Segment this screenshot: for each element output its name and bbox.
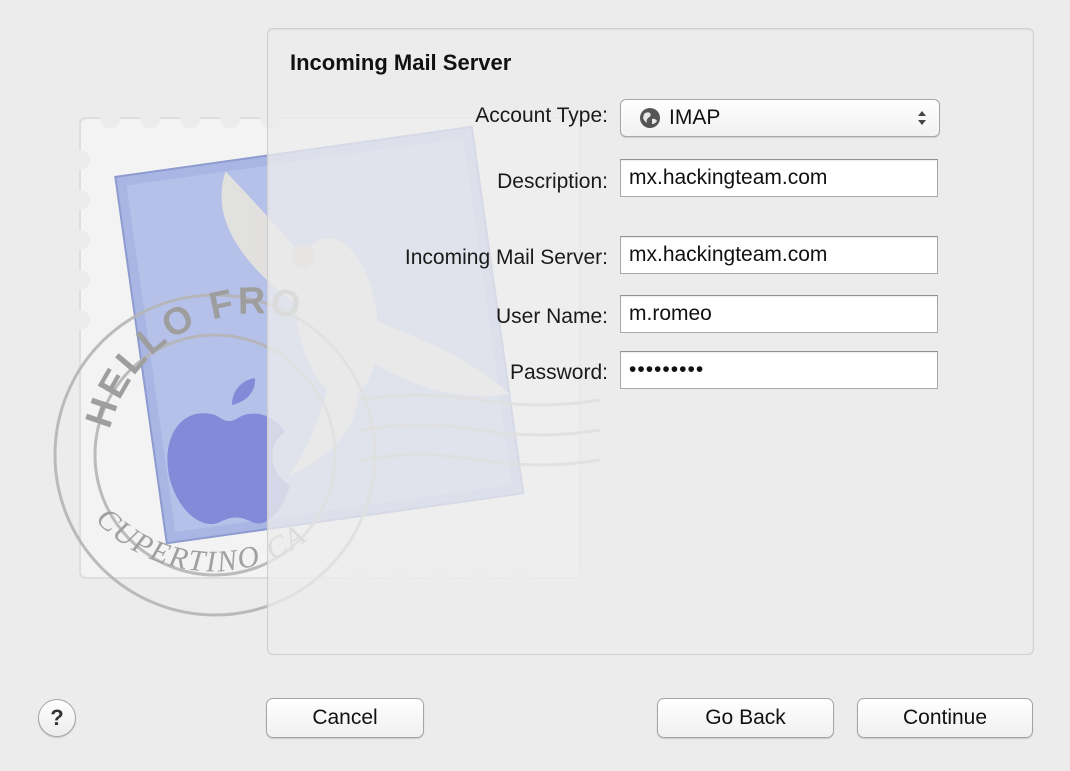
user-name-field[interactable] [620,295,938,333]
user-name-label: User Name: [495,305,608,328]
go-back-button[interactable]: Go Back [657,698,834,738]
incoming-mail-server-field[interactable] [620,236,938,274]
account-type-label: Account Type: [475,104,608,127]
continue-button[interactable]: Continue [857,698,1033,738]
account-type-select[interactable]: IMAP [620,99,940,137]
description-field[interactable] [620,159,938,197]
incoming-mail-server-label: Incoming Mail Server: [404,246,608,269]
account-type-value: IMAP [669,106,721,129]
password-field[interactable] [620,351,938,389]
description-label: Description: [497,170,608,193]
globe-icon [639,107,661,129]
cancel-button[interactable]: Cancel [266,698,424,738]
help-button[interactable]: ? [38,699,76,737]
updown-arrows-icon [917,107,927,129]
section-title: Incoming Mail Server [290,50,512,75]
password-label: Password: [509,361,608,384]
